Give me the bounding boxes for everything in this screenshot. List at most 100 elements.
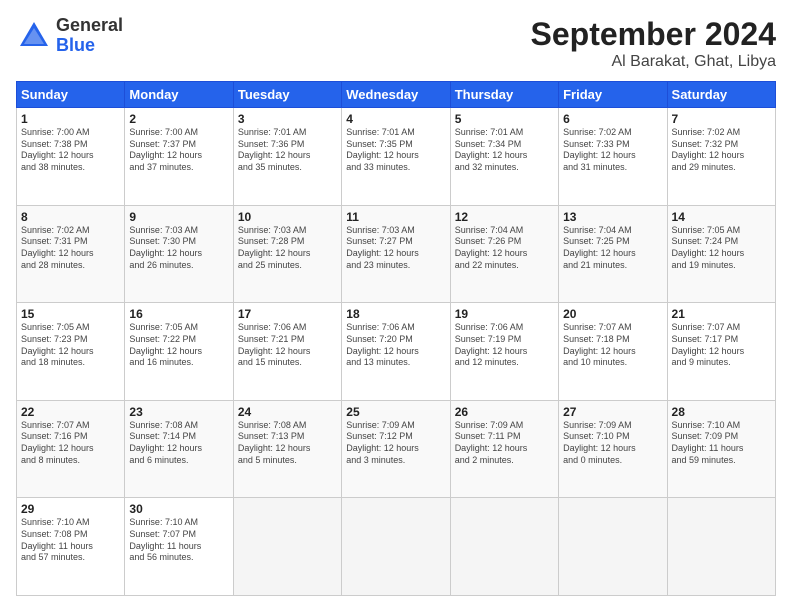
day-number: 2	[129, 112, 228, 126]
weekday-header-thursday: Thursday	[450, 82, 558, 108]
weekday-header-friday: Friday	[559, 82, 667, 108]
calendar-day-cell: 19Sunrise: 7:06 AM Sunset: 7:19 PM Dayli…	[450, 303, 558, 401]
calendar-day-cell: 21Sunrise: 7:07 AM Sunset: 7:17 PM Dayli…	[667, 303, 775, 401]
calendar-day-cell: 15Sunrise: 7:05 AM Sunset: 7:23 PM Dayli…	[17, 303, 125, 401]
day-number: 27	[563, 405, 662, 419]
calendar-day-cell: 18Sunrise: 7:06 AM Sunset: 7:20 PM Dayli…	[342, 303, 450, 401]
day-number: 26	[455, 405, 554, 419]
logo-general: General	[56, 16, 123, 36]
calendar-day-cell: 25Sunrise: 7:09 AM Sunset: 7:12 PM Dayli…	[342, 400, 450, 498]
calendar-day-cell: 17Sunrise: 7:06 AM Sunset: 7:21 PM Dayli…	[233, 303, 341, 401]
day-info: Sunrise: 7:05 AM Sunset: 7:23 PM Dayligh…	[21, 322, 120, 369]
day-number: 8	[21, 210, 120, 224]
calendar-day-cell	[450, 498, 558, 596]
calendar-day-cell: 2Sunrise: 7:00 AM Sunset: 7:37 PM Daylig…	[125, 108, 233, 206]
day-number: 16	[129, 307, 228, 321]
calendar-day-cell: 4Sunrise: 7:01 AM Sunset: 7:35 PM Daylig…	[342, 108, 450, 206]
day-number: 14	[672, 210, 771, 224]
day-info: Sunrise: 7:02 AM Sunset: 7:31 PM Dayligh…	[21, 225, 120, 272]
day-number: 20	[563, 307, 662, 321]
calendar-day-cell: 16Sunrise: 7:05 AM Sunset: 7:22 PM Dayli…	[125, 303, 233, 401]
day-number: 12	[455, 210, 554, 224]
day-number: 13	[563, 210, 662, 224]
location-title: Al Barakat, Ghat, Libya	[531, 53, 776, 71]
calendar-day-cell: 24Sunrise: 7:08 AM Sunset: 7:13 PM Dayli…	[233, 400, 341, 498]
day-info: Sunrise: 7:09 AM Sunset: 7:10 PM Dayligh…	[563, 420, 662, 467]
day-info: Sunrise: 7:10 AM Sunset: 7:09 PM Dayligh…	[672, 420, 771, 467]
day-info: Sunrise: 7:06 AM Sunset: 7:19 PM Dayligh…	[455, 322, 554, 369]
title-block: September 2024 Al Barakat, Ghat, Libya	[531, 16, 776, 71]
day-info: Sunrise: 7:09 AM Sunset: 7:11 PM Dayligh…	[455, 420, 554, 467]
header: General Blue September 2024 Al Barakat, …	[16, 16, 776, 71]
calendar-day-cell: 28Sunrise: 7:10 AM Sunset: 7:09 PM Dayli…	[667, 400, 775, 498]
calendar-day-cell	[342, 498, 450, 596]
calendar-day-cell: 6Sunrise: 7:02 AM Sunset: 7:33 PM Daylig…	[559, 108, 667, 206]
calendar-day-cell: 5Sunrise: 7:01 AM Sunset: 7:34 PM Daylig…	[450, 108, 558, 206]
day-info: Sunrise: 7:05 AM Sunset: 7:24 PM Dayligh…	[672, 225, 771, 272]
calendar-day-cell: 13Sunrise: 7:04 AM Sunset: 7:25 PM Dayli…	[559, 205, 667, 303]
calendar-day-cell: 23Sunrise: 7:08 AM Sunset: 7:14 PM Dayli…	[125, 400, 233, 498]
day-info: Sunrise: 7:00 AM Sunset: 7:37 PM Dayligh…	[129, 127, 228, 174]
day-info: Sunrise: 7:07 AM Sunset: 7:17 PM Dayligh…	[672, 322, 771, 369]
day-number: 21	[672, 307, 771, 321]
calendar-day-cell: 3Sunrise: 7:01 AM Sunset: 7:36 PM Daylig…	[233, 108, 341, 206]
day-number: 1	[21, 112, 120, 126]
calendar-week-row: 22Sunrise: 7:07 AM Sunset: 7:16 PM Dayli…	[17, 400, 776, 498]
day-info: Sunrise: 7:05 AM Sunset: 7:22 PM Dayligh…	[129, 322, 228, 369]
day-info: Sunrise: 7:02 AM Sunset: 7:32 PM Dayligh…	[672, 127, 771, 174]
day-info: Sunrise: 7:06 AM Sunset: 7:20 PM Dayligh…	[346, 322, 445, 369]
calendar-day-cell: 1Sunrise: 7:00 AM Sunset: 7:38 PM Daylig…	[17, 108, 125, 206]
calendar-day-cell: 8Sunrise: 7:02 AM Sunset: 7:31 PM Daylig…	[17, 205, 125, 303]
calendar-week-row: 8Sunrise: 7:02 AM Sunset: 7:31 PM Daylig…	[17, 205, 776, 303]
day-number: 29	[21, 502, 120, 516]
calendar-day-cell: 29Sunrise: 7:10 AM Sunset: 7:08 PM Dayli…	[17, 498, 125, 596]
calendar-day-cell	[559, 498, 667, 596]
month-title: September 2024	[531, 16, 776, 53]
calendar-day-cell: 27Sunrise: 7:09 AM Sunset: 7:10 PM Dayli…	[559, 400, 667, 498]
logo-icon	[16, 18, 52, 54]
calendar-day-cell: 10Sunrise: 7:03 AM Sunset: 7:28 PM Dayli…	[233, 205, 341, 303]
day-info: Sunrise: 7:06 AM Sunset: 7:21 PM Dayligh…	[238, 322, 337, 369]
day-number: 3	[238, 112, 337, 126]
day-number: 28	[672, 405, 771, 419]
day-info: Sunrise: 7:08 AM Sunset: 7:13 PM Dayligh…	[238, 420, 337, 467]
day-info: Sunrise: 7:03 AM Sunset: 7:30 PM Dayligh…	[129, 225, 228, 272]
calendar-day-cell	[233, 498, 341, 596]
calendar-day-cell: 7Sunrise: 7:02 AM Sunset: 7:32 PM Daylig…	[667, 108, 775, 206]
day-info: Sunrise: 7:01 AM Sunset: 7:36 PM Dayligh…	[238, 127, 337, 174]
day-number: 4	[346, 112, 445, 126]
calendar-day-cell	[667, 498, 775, 596]
logo-blue: Blue	[56, 36, 123, 56]
calendar-day-cell: 9Sunrise: 7:03 AM Sunset: 7:30 PM Daylig…	[125, 205, 233, 303]
day-info: Sunrise: 7:01 AM Sunset: 7:35 PM Dayligh…	[346, 127, 445, 174]
day-info: Sunrise: 7:04 AM Sunset: 7:25 PM Dayligh…	[563, 225, 662, 272]
weekday-header-monday: Monday	[125, 82, 233, 108]
day-info: Sunrise: 7:10 AM Sunset: 7:07 PM Dayligh…	[129, 517, 228, 564]
day-number: 22	[21, 405, 120, 419]
calendar-day-cell: 20Sunrise: 7:07 AM Sunset: 7:18 PM Dayli…	[559, 303, 667, 401]
day-number: 10	[238, 210, 337, 224]
page: General Blue September 2024 Al Barakat, …	[0, 0, 792, 612]
day-info: Sunrise: 7:10 AM Sunset: 7:08 PM Dayligh…	[21, 517, 120, 564]
day-number: 11	[346, 210, 445, 224]
calendar-day-cell: 30Sunrise: 7:10 AM Sunset: 7:07 PM Dayli…	[125, 498, 233, 596]
calendar-day-cell: 22Sunrise: 7:07 AM Sunset: 7:16 PM Dayli…	[17, 400, 125, 498]
weekday-header-sunday: Sunday	[17, 82, 125, 108]
calendar-week-row: 29Sunrise: 7:10 AM Sunset: 7:08 PM Dayli…	[17, 498, 776, 596]
day-info: Sunrise: 7:07 AM Sunset: 7:18 PM Dayligh…	[563, 322, 662, 369]
calendar-header-row: SundayMondayTuesdayWednesdayThursdayFrid…	[17, 82, 776, 108]
weekday-header-tuesday: Tuesday	[233, 82, 341, 108]
calendar-week-row: 1Sunrise: 7:00 AM Sunset: 7:38 PM Daylig…	[17, 108, 776, 206]
day-info: Sunrise: 7:02 AM Sunset: 7:33 PM Dayligh…	[563, 127, 662, 174]
day-info: Sunrise: 7:01 AM Sunset: 7:34 PM Dayligh…	[455, 127, 554, 174]
day-info: Sunrise: 7:03 AM Sunset: 7:27 PM Dayligh…	[346, 225, 445, 272]
day-number: 23	[129, 405, 228, 419]
calendar-week-row: 15Sunrise: 7:05 AM Sunset: 7:23 PM Dayli…	[17, 303, 776, 401]
day-info: Sunrise: 7:09 AM Sunset: 7:12 PM Dayligh…	[346, 420, 445, 467]
day-number: 17	[238, 307, 337, 321]
day-number: 24	[238, 405, 337, 419]
calendar-day-cell: 26Sunrise: 7:09 AM Sunset: 7:11 PM Dayli…	[450, 400, 558, 498]
day-info: Sunrise: 7:07 AM Sunset: 7:16 PM Dayligh…	[21, 420, 120, 467]
day-info: Sunrise: 7:03 AM Sunset: 7:28 PM Dayligh…	[238, 225, 337, 272]
day-number: 18	[346, 307, 445, 321]
